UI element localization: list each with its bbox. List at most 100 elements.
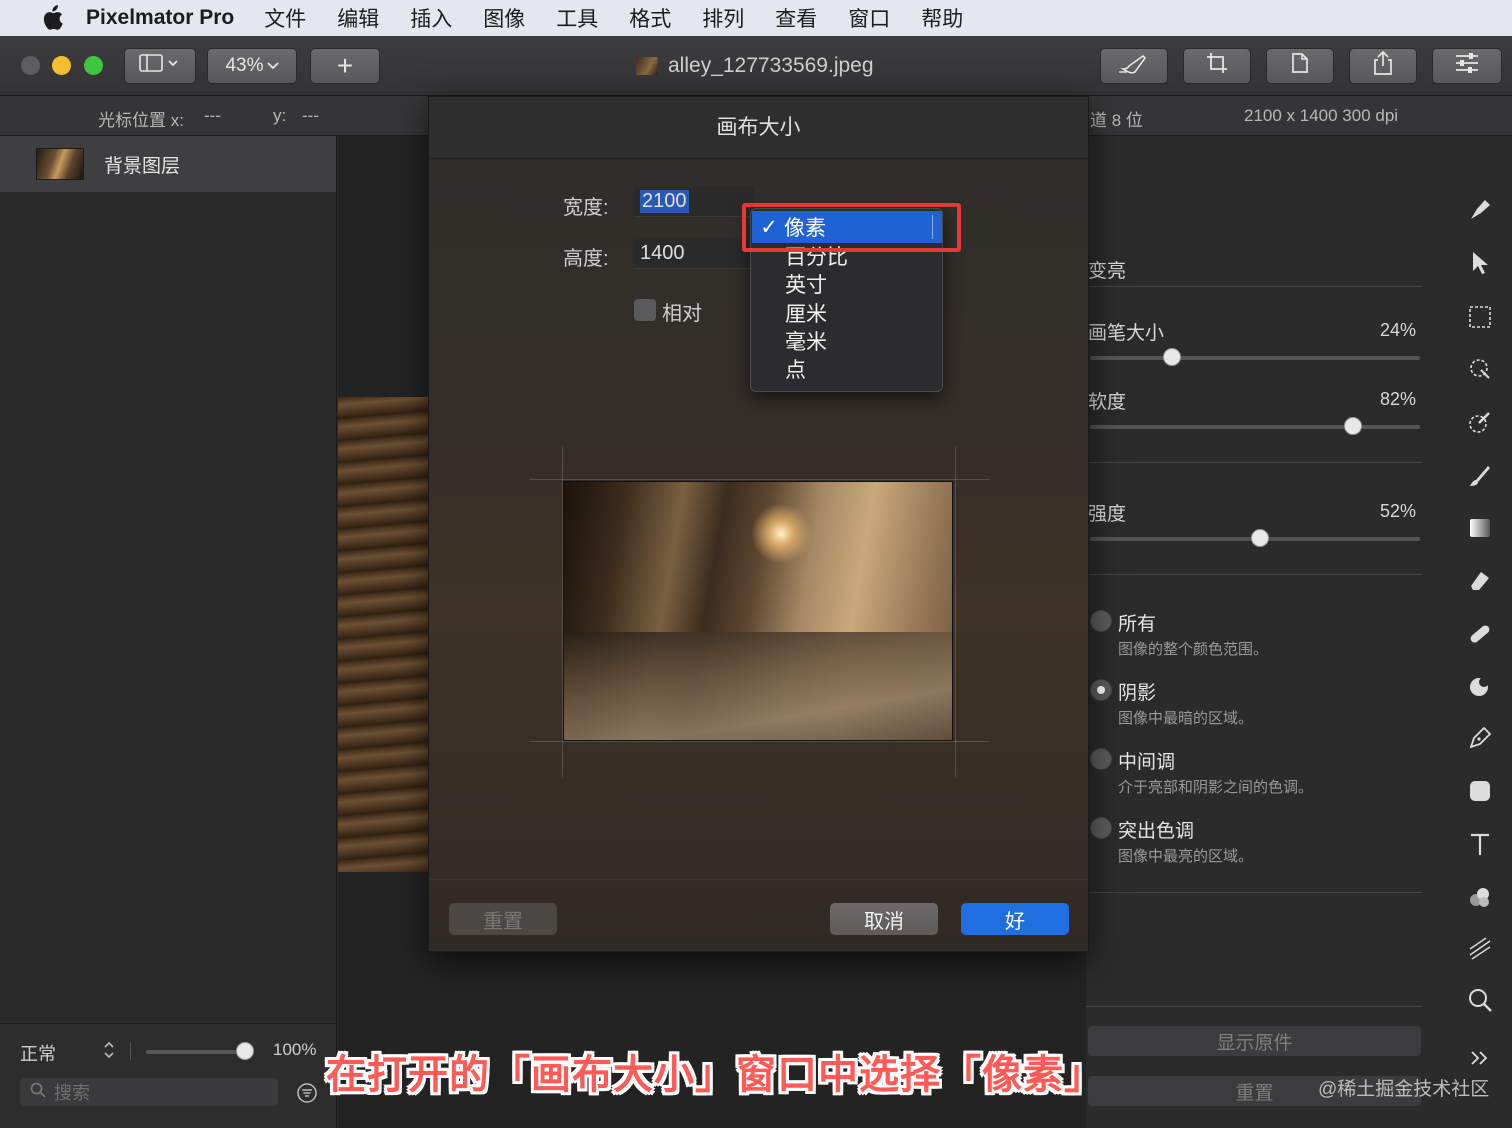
distort-tool-icon[interactable] <box>1462 668 1498 704</box>
divider <box>1086 286 1422 287</box>
type-tool-icon[interactable] <box>1462 826 1498 862</box>
opacity-value: 100% <box>273 1040 317 1059</box>
selection-tool-icon[interactable] <box>1462 299 1498 335</box>
unit-option-mm[interactable]: 毫米 <box>785 329 827 357</box>
crop-button[interactable] <box>1183 48 1251 84</box>
opacity-slider[interactable] <box>146 1050 246 1054</box>
window-toolbar: 43% + alley_127733569.jpeg <box>0 36 1512 96</box>
blend-mode-select[interactable]: 正常 <box>20 1040 56 1066</box>
window-minimize-button[interactable] <box>52 56 71 75</box>
retouch-tool-icon[interactable] <box>1462 616 1498 652</box>
opacity-slider-knob[interactable] <box>236 1042 254 1060</box>
watermark: @稀土掘金技术社区 <box>1318 1079 1490 1100</box>
channel-info: 道 8 位 <box>1090 111 1143 130</box>
apple-menu-icon[interactable] <box>32 5 72 30</box>
color-selection-tool-icon[interactable] <box>1462 405 1498 441</box>
gradient-tool-icon[interactable] <box>1462 510 1498 546</box>
updown-chevron-icon[interactable] <box>102 1040 116 1065</box>
canvas-button[interactable] <box>1266 48 1334 84</box>
menu-file[interactable]: 文件 <box>264 3 306 33</box>
range-shadows-radio[interactable] <box>1090 679 1112 701</box>
softness-slider[interactable] <box>1090 425 1420 429</box>
menu-insert[interactable]: 插入 <box>410 3 452 33</box>
menu-arrange[interactable]: 排列 <box>702 3 744 33</box>
canvas-guide <box>955 447 956 777</box>
cancel-button[interactable]: 取消 <box>830 903 938 935</box>
plus-icon: + <box>336 50 354 81</box>
ok-button[interactable]: 好 <box>961 903 1069 935</box>
reset-button[interactable]: 重置 <box>449 903 557 935</box>
layer-thumbnail <box>36 148 84 180</box>
brush-size-value: 24% <box>1380 320 1417 340</box>
color-adjust-tool-icon[interactable] <box>1462 879 1498 915</box>
add-button[interactable]: + <box>310 48 380 84</box>
style-tool-icon[interactable] <box>1462 192 1498 228</box>
divider <box>429 879 1088 880</box>
dialog-title: 画布大小 <box>429 97 1088 159</box>
range-highlights-title: 突出色调 <box>1118 821 1195 842</box>
window-close-button[interactable] <box>21 56 40 75</box>
effects-tool-icon[interactable] <box>1462 930 1498 966</box>
layer-search-input[interactable]: 搜索 <box>20 1078 278 1106</box>
image-info: 2100 x 1400 300 dpi <box>1244 106 1399 125</box>
unit-option-point[interactable]: 点 <box>785 357 806 385</box>
zoom-dropdown[interactable]: 43% <box>207 48 297 84</box>
retouch-tools-button[interactable] <box>1100 48 1168 84</box>
filter-icon[interactable] <box>296 1082 318 1109</box>
strength-slider-knob[interactable] <box>1251 529 1269 547</box>
share-button[interactable] <box>1349 48 1417 84</box>
paint-tool-icon[interactable] <box>1462 458 1498 494</box>
adjustments-button[interactable] <box>1432 48 1502 84</box>
quick-selection-tool-icon[interactable] <box>1462 351 1498 387</box>
sliders-icon <box>1454 52 1480 80</box>
softness-slider-knob[interactable] <box>1344 417 1362 435</box>
annotation-highlight-box <box>742 203 961 252</box>
brush-size-slider-knob[interactable] <box>1163 348 1181 366</box>
canvas-preview-image <box>563 481 953 741</box>
menu-image[interactable]: 图像 <box>483 3 525 33</box>
pen-tool-icon[interactable] <box>1462 720 1498 756</box>
menu-view[interactable]: 查看 <box>775 3 817 33</box>
sidebar-toggle-button[interactable] <box>124 48 196 84</box>
brush-size-slider[interactable] <box>1090 356 1420 360</box>
menu-window[interactable]: 窗口 <box>848 3 890 33</box>
separator <box>130 1042 131 1060</box>
relative-label: 相对 <box>662 303 702 325</box>
arrange-tool-icon[interactable] <box>1462 245 1498 281</box>
menu-tools[interactable]: 工具 <box>556 3 598 33</box>
brush-icon <box>1117 52 1151 80</box>
unit-option-inch[interactable]: 英寸 <box>785 272 827 300</box>
erase-tool-icon[interactable] <box>1462 563 1498 599</box>
range-shadows-title: 阴影 <box>1118 683 1157 704</box>
search-placeholder: 搜索 <box>54 1083 90 1103</box>
document-title: alley_127733569.jpeg <box>636 54 874 78</box>
more-tools-chevron-icon[interactable] <box>1462 1040 1498 1076</box>
range-midtones-radio[interactable] <box>1090 748 1112 770</box>
unit-option-cm[interactable]: 厘米 <box>785 301 827 329</box>
width-input[interactable]: 2100 <box>634 187 754 217</box>
share-icon <box>1372 50 1394 82</box>
show-original-button[interactable]: 显示原件 <box>1088 1026 1421 1056</box>
strength-value: 52% <box>1380 501 1417 521</box>
zoom-tool-icon[interactable] <box>1462 982 1498 1018</box>
menu-edit[interactable]: 编辑 <box>337 3 379 33</box>
relative-checkbox[interactable] <box>634 299 656 321</box>
range-highlights-radio[interactable] <box>1090 817 1112 839</box>
softness-value: 82% <box>1380 389 1417 409</box>
height-input[interactable]: 1400 <box>634 239 754 269</box>
window-zoom-button[interactable] <box>84 56 103 75</box>
preview-floor <box>564 632 952 740</box>
document-title-text: alley_127733569.jpeg <box>668 54 874 77</box>
divider <box>1086 574 1422 575</box>
menu-bar: Pixelmator Pro 文件 编辑 插入 图像 工具 格式 排列 查看 窗… <box>0 0 1512 36</box>
menu-help[interactable]: 帮助 <box>921 3 963 33</box>
menu-format[interactable]: 格式 <box>629 3 671 33</box>
shape-tool-icon[interactable] <box>1462 773 1498 809</box>
reset-label: 重置 <box>483 910 523 933</box>
app-name-menu[interactable]: Pixelmator Pro <box>86 6 234 30</box>
range-all-radio[interactable] <box>1090 610 1112 632</box>
layer-row[interactable]: 背景图层 <box>0 136 336 192</box>
canvas-guide <box>529 479 989 480</box>
cursor-x-value: --- <box>204 106 221 125</box>
tool-options-panel: 变亮 画笔大小 24% 软度 82% 强度 52% 所有 图像的整个颜色范围。 … <box>1086 136 1426 1128</box>
